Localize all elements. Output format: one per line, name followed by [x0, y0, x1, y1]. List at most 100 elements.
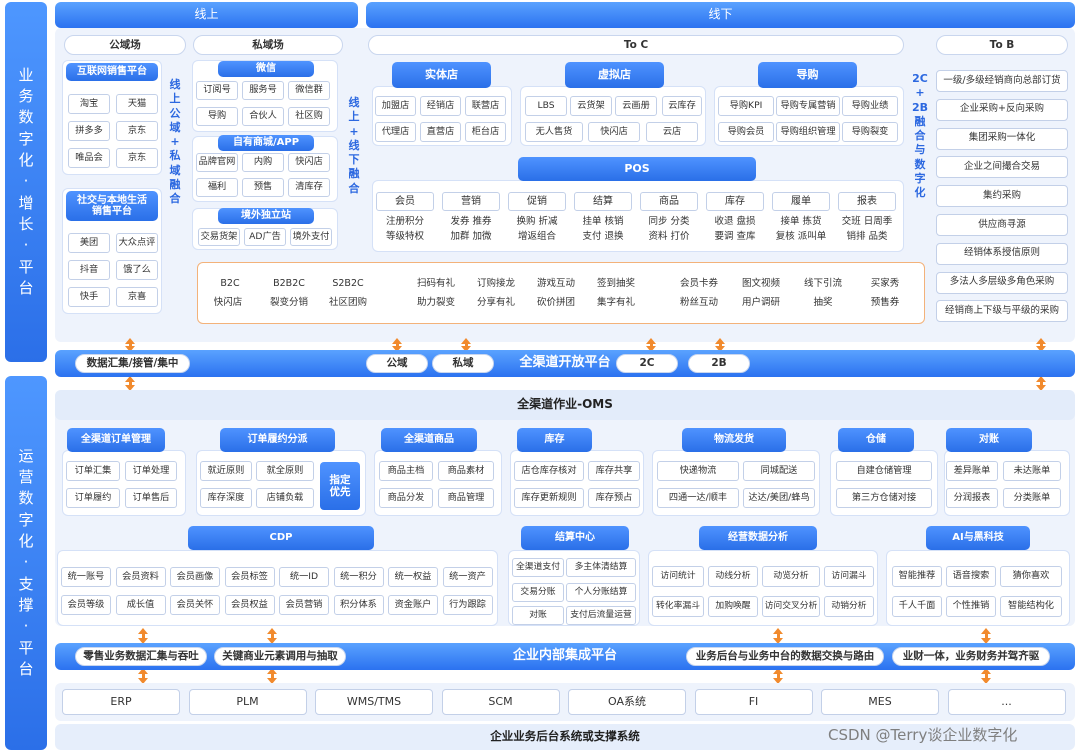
guide-item: 导购KPI: [718, 96, 774, 116]
oms-module-item: 商品主档: [379, 461, 433, 481]
to-c-title: To C: [368, 35, 904, 55]
pos-tab: 履单: [772, 192, 830, 211]
cdp-item: 资金账户: [388, 595, 438, 615]
settlement-item: 个人分账结算: [566, 583, 636, 602]
pos-subfeature: 支付 退换: [582, 230, 624, 242]
cdp-item: 统一账号: [61, 567, 111, 587]
analysis-header: 经营数据分析: [699, 526, 817, 550]
oms-module-item: 分润报表: [946, 488, 998, 508]
analysis-item: 动线分析: [708, 566, 758, 587]
store-item: 代理店: [375, 122, 416, 142]
platform-item: 大众点评: [116, 233, 158, 253]
cdp-item: 统一资产: [442, 567, 493, 587]
analysis-item: 加购唤醒: [708, 596, 758, 617]
oms-module-header: 订单履约分派: [220, 428, 335, 452]
arrow-up-icon: [392, 338, 402, 344]
pos-subfeature: 挂单 核销: [582, 215, 624, 227]
arrow-up-icon: [646, 338, 656, 344]
platform-item: 美团: [68, 233, 110, 253]
operation-support-platform-band: 运 营 数 字 化 · 支 撑 · 平 台: [5, 376, 47, 750]
platform-item: 拼多多: [68, 121, 110, 141]
ai-item: 猜你喜欢: [1000, 566, 1062, 587]
settlement-item: 支付后流量运营: [566, 606, 636, 625]
virtual-store-item: 云货架: [570, 96, 612, 116]
virtual-store-item: 云店: [646, 122, 698, 142]
tob-item: 多法人多层级多角色采购: [936, 271, 1068, 294]
platform-item: 京东: [116, 148, 158, 168]
arrow-up-icon: [1036, 338, 1046, 344]
cdp-item: 统一ID: [279, 567, 329, 587]
marketing-scenario: 线下引流: [803, 277, 842, 289]
mall-header: 自有商城/APP: [218, 135, 314, 151]
arrow-up-icon: [773, 628, 783, 634]
platform-item: 快手: [68, 287, 110, 307]
wechat-item: 服务号: [242, 81, 284, 100]
marketing-scenario: 会员卡券: [679, 277, 718, 289]
oms-module-header: 仓储: [838, 428, 914, 452]
cdp-item: 成长值: [115, 595, 166, 615]
tob-item: 一级/多级经销商向总部订货: [936, 70, 1068, 92]
oms-module-item: 差异账单: [946, 461, 998, 481]
store-item: 经销店: [420, 96, 461, 116]
marketing-scenario: 订购接龙: [476, 277, 515, 289]
omnichannel-open-platform: 全渠道开放平台: [55, 350, 1075, 377]
cdp-item: 会员关怀: [170, 595, 220, 615]
virtual-store-item: 无人售货: [525, 122, 583, 142]
platform-item: 抖音: [68, 260, 110, 280]
cdp-item: 会员标签: [224, 567, 275, 587]
cdp-item: 统一权益: [388, 567, 438, 587]
marketing-scenario: 买家秀: [870, 277, 900, 289]
settlement-item: 多主体清结算: [566, 558, 636, 577]
analysis-item: 转化率漏斗: [652, 596, 704, 617]
pos-subfeature: 要调 查库: [714, 230, 756, 242]
business-element-pill: 关键商业元素调用与抽取: [214, 647, 346, 666]
oms-module-header: 对账: [946, 428, 1032, 452]
oms-module-header: 全渠道订单管理: [67, 428, 165, 452]
oms-module-item: 四通一达/顺丰: [657, 488, 739, 508]
ai-item: 智能结构化: [1000, 596, 1062, 617]
pos-subfeature: 同步 分类: [648, 215, 690, 227]
ai-item: 个性推销: [946, 596, 996, 617]
open-platform-pill: 公域: [366, 354, 428, 373]
pos-subfeature: 交班 日周季: [841, 215, 893, 227]
backend-system: ERP: [62, 689, 180, 715]
pos-tab: 库存: [706, 192, 764, 211]
online-label: 线上: [194, 7, 219, 22]
pos-subfeature: 换购 折减: [516, 215, 558, 227]
wechat-item: 微信群: [288, 81, 330, 100]
pos-subfeature: 收退 盘损: [714, 215, 756, 227]
to-b-title: To B: [936, 35, 1068, 55]
cdp-item: 统一积分: [333, 567, 384, 587]
store-header: 实体店: [392, 62, 491, 88]
offline-band: 线下: [366, 2, 1075, 28]
marketing-scenario: 游戏互动: [536, 277, 575, 289]
online-band: 线上: [55, 2, 358, 28]
oms-module-header: 物流发货: [682, 428, 786, 452]
wechat-header: 微信: [218, 61, 314, 77]
cdp-header: CDP: [188, 526, 374, 550]
pos-subfeature: 注册积分: [385, 215, 424, 227]
virtual-store-item: LBS: [525, 96, 567, 116]
intl-site-header: 境外独立站: [218, 208, 314, 224]
intl-item: 交易货架: [198, 228, 240, 246]
business-growth-platform-band: 业 务 数 字 化 · 增 长 · 平 台: [5, 2, 47, 362]
tob-item: 企业采购+反向采购: [936, 98, 1068, 121]
oms-module-item: 库存预占: [588, 488, 640, 508]
marketing-scenario: 预售券: [870, 296, 900, 308]
wechat-item: 合伙人: [242, 107, 284, 126]
open-platform-pill: 2C: [616, 354, 678, 373]
analysis-item: 访问交叉分析: [762, 596, 820, 617]
guide-item: 导购业绩: [842, 96, 898, 116]
open-platform-title: 全渠道开放平台: [519, 355, 611, 371]
pos-subfeature: 发券 推券: [450, 215, 492, 227]
pos-tab: 营销: [442, 192, 500, 211]
arrow-up-icon: [461, 338, 471, 344]
integration-platform-title: 企业内部集成平台: [512, 648, 617, 664]
virtual-store-item: 快闪店: [588, 122, 640, 142]
analysis-item: 访问统计: [652, 566, 704, 587]
pos-subfeature: 接单 拣货: [780, 215, 822, 227]
platform-item: 京东: [116, 121, 158, 141]
cdp-item: 行为跟踪: [442, 595, 493, 615]
social-sales-header: 社交与本地生活 销售平台: [66, 191, 158, 221]
tob-item: 经销商上下级与平级的采购: [936, 300, 1068, 323]
